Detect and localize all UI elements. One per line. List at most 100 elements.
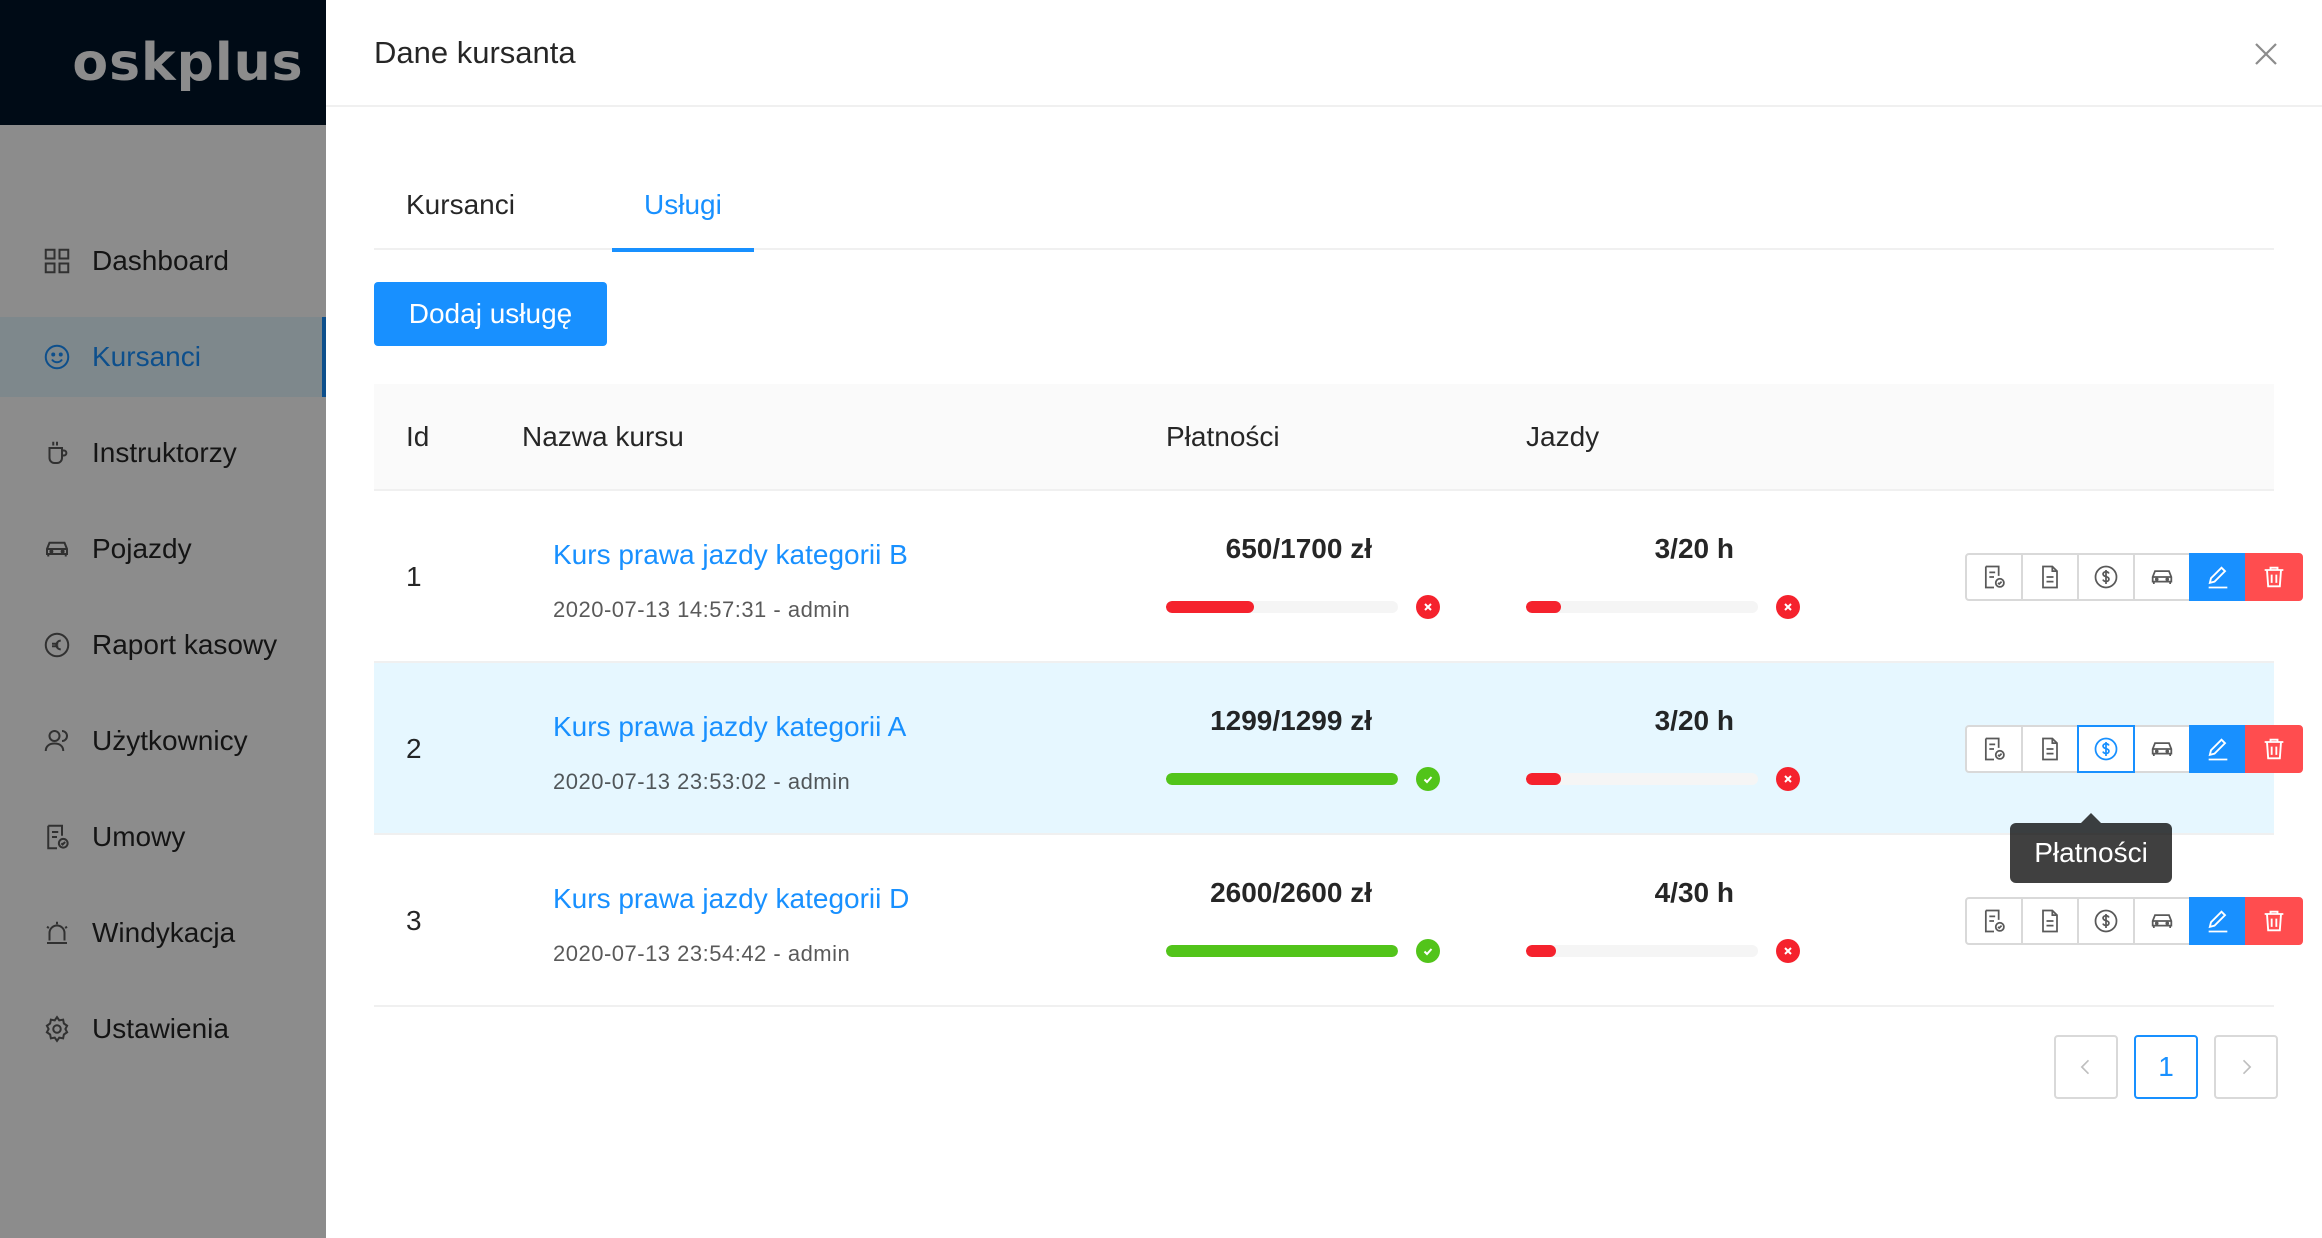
contract-icon — [1984, 909, 2005, 933]
row-actions — [1965, 725, 2303, 773]
row-actions — [1965, 897, 2303, 945]
rides-progress-fill — [1526, 601, 1561, 613]
table-header: Id Nazwa kursu Płatności Jazdy — [374, 384, 2274, 491]
file-text-icon — [2042, 565, 2058, 589]
edit-icon — [2208, 566, 2228, 589]
table-row: 1 Kurs prawa jazdy kategorii B 2020-07-1… — [374, 491, 2303, 663]
rides-progress-bar — [1526, 773, 1758, 785]
rides-progress-bar — [1526, 945, 1758, 957]
document-button[interactable] — [2021, 897, 2079, 945]
dollar-icon — [2094, 565, 2118, 589]
drawer-header: Dane kursanta — [326, 0, 2322, 107]
delete-button[interactable] — [2245, 553, 2303, 601]
contract-button[interactable] — [1965, 897, 2023, 945]
car-icon — [2151, 914, 2173, 928]
payment-amount: 650/1700 zł — [1225, 533, 1372, 564]
close-circle-icon — [1776, 767, 1800, 791]
prev-page-button[interactable] — [2054, 1035, 2118, 1099]
course-meta: 2020-07-13 23:53:02 - admin — [553, 769, 851, 794]
drawer-title: Dane kursanta — [374, 34, 576, 70]
rides-button[interactable] — [2133, 897, 2191, 945]
rides-progress-fill — [1526, 945, 1557, 957]
check-circle-icon — [1416, 939, 1440, 963]
trash-icon — [2264, 566, 2284, 588]
chevron-left-icon — [2080, 1059, 2090, 1075]
column-header-rides: Jazdy — [1526, 420, 1600, 452]
file-text-icon — [2042, 909, 2058, 933]
row-actions — [1965, 553, 2303, 601]
rides-progress-fill — [1526, 773, 1561, 785]
rides-progress-bar — [1526, 601, 1758, 613]
chevron-right-icon — [2242, 1059, 2252, 1075]
next-page-button[interactable] — [2214, 1035, 2278, 1099]
edit-icon — [2208, 738, 2228, 761]
pagination: 1 — [2038, 1035, 2278, 1099]
course-name-link[interactable]: Kurs prawa jazdy kategorii A — [553, 711, 906, 743]
contract-icon — [1984, 737, 2005, 761]
row-id: 1 — [406, 561, 422, 592]
close-button[interactable] — [2246, 34, 2286, 74]
payment-amount: 2600/2600 zł — [1210, 877, 1372, 908]
tabs: Kursanci Usługi — [374, 167, 2274, 252]
payment-progress-bar — [1166, 945, 1398, 957]
close-circle-icon — [1416, 595, 1440, 619]
course-meta: 2020-07-13 23:54:42 - admin — [553, 941, 851, 966]
rides-amount: 3/20 h — [1654, 705, 1734, 736]
rides-amount: 4/30 h — [1654, 877, 1734, 908]
trash-icon — [2264, 910, 2284, 932]
car-icon — [2151, 570, 2173, 584]
page-1-button[interactable]: 1 — [2134, 1035, 2198, 1099]
course-meta: 2020-07-13 14:57:31 - admin — [553, 597, 851, 622]
contract-button[interactable] — [1965, 725, 2023, 773]
payment-progress-bar — [1166, 601, 1398, 613]
delete-button[interactable] — [2245, 725, 2303, 773]
services-table: Id Nazwa kursu Płatności Jazdy 1 Kurs pr… — [374, 384, 2303, 1007]
column-header-id: Id — [406, 420, 430, 452]
column-header-course: Nazwa kursu — [522, 420, 684, 452]
payment-progress-fill — [1166, 945, 1398, 957]
edit-button[interactable] — [2189, 553, 2247, 601]
car-icon — [2151, 742, 2173, 756]
row-id: 3 — [406, 905, 422, 936]
delete-button[interactable] — [2245, 897, 2303, 945]
course-name-link[interactable]: Kurs prawa jazdy kategorii D — [553, 883, 909, 915]
file-text-icon — [2042, 737, 2058, 761]
payments-button[interactable] — [2077, 897, 2135, 945]
row-id: 2 — [406, 733, 422, 764]
close-icon — [2255, 43, 2277, 65]
course-name-link[interactable]: Kurs prawa jazdy kategorii B — [553, 539, 908, 571]
payment-progress-fill — [1166, 773, 1398, 785]
payments-button[interactable] — [2077, 725, 2135, 773]
close-circle-icon — [1776, 939, 1800, 963]
document-button[interactable] — [2021, 553, 2079, 601]
trash-icon — [2264, 738, 2284, 760]
drawer-body: Kursanci Usługi Dodaj usługę Id Nazwa ku… — [326, 167, 2322, 1007]
edit-button[interactable] — [2189, 897, 2247, 945]
document-button[interactable] — [2021, 725, 2079, 773]
table-body: 1 Kurs prawa jazdy kategorii B 2020-07-1… — [374, 491, 2303, 1007]
rides-button[interactable] — [2133, 553, 2191, 601]
payment-progress-fill — [1166, 601, 1255, 613]
rides-button[interactable] — [2133, 725, 2191, 773]
edit-icon — [2208, 910, 2228, 933]
edit-button[interactable] — [2189, 725, 2247, 773]
dollar-icon — [2094, 909, 2118, 933]
student-drawer: Dane kursanta Kursanci Usługi Dodaj usłu… — [326, 0, 2322, 1238]
dollar-icon — [2094, 737, 2118, 761]
tooltip-text: Płatności — [2010, 823, 2172, 883]
contract-icon — [1984, 565, 2005, 589]
contract-button[interactable] — [1965, 553, 2023, 601]
payment-amount: 1299/1299 zł — [1210, 705, 1372, 736]
tooltip-arrow — [2081, 813, 2101, 823]
tab-uslugi[interactable]: Usługi — [612, 167, 754, 252]
add-service-button[interactable]: Dodaj usługę — [374, 282, 607, 346]
table-row: 3 Kurs prawa jazdy kategorii D 2020-07-1… — [374, 835, 2303, 1007]
rides-amount: 3/20 h — [1654, 533, 1734, 564]
tab-kursanci[interactable]: Kursanci — [374, 167, 612, 250]
close-circle-icon — [1776, 595, 1800, 619]
table-row: 2 Kurs prawa jazdy kategorii A 2020-07-1… — [374, 663, 2303, 883]
payments-tooltip: Płatności — [2010, 813, 2172, 883]
column-header-payments: Płatności — [1166, 420, 1280, 452]
payments-button[interactable] — [2077, 553, 2135, 601]
payment-progress-bar — [1166, 773, 1398, 785]
